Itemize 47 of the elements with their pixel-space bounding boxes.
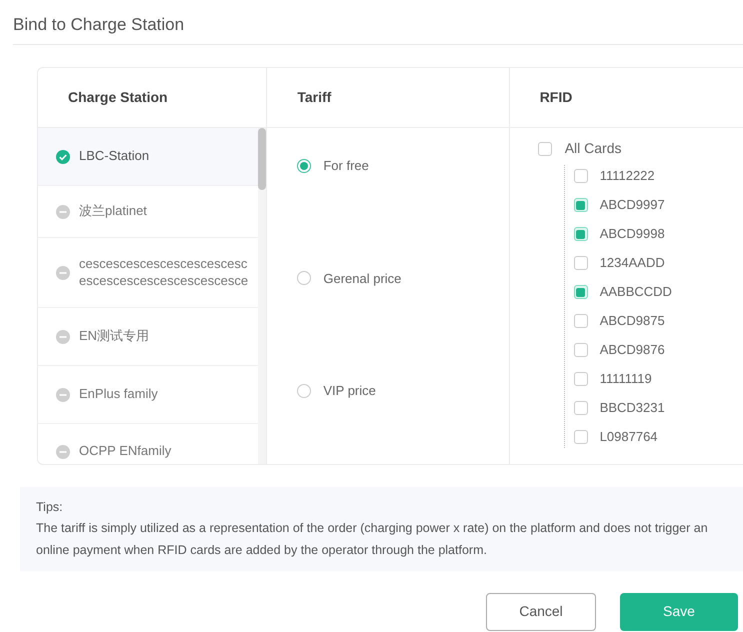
checkbox[interactable] [574,256,588,270]
radio-button[interactable] [297,271,312,286]
station-name: EnPlus family [79,386,158,403]
checkbox-label: All Cards [564,139,622,158]
radio-button[interactable] [297,158,312,173]
card-label: L0987764 [600,428,658,446]
tariff-option[interactable]: VIP price [297,381,509,400]
checkbox[interactable] [574,314,588,328]
column-header: Tariff [267,68,509,128]
dialog-title: Bind to Charge Station [12,14,186,36]
tips-text: The tariff is simply utilized as a representation of the order (charging power x rate) on the platform and does not trigger an online payment when RFID cards are added by the operator through the platform. [36,520,709,559]
checkbox[interactable] [574,343,588,357]
tips-heading: Tips: [36,499,64,516]
save-button[interactable]: Save [620,592,738,631]
checkbox[interactable] [538,142,552,156]
radio-label: VIP price [323,382,376,400]
scrollbar-track[interactable] [258,128,266,464]
tariff-option[interactable]: For free [297,156,509,176]
station-name: EN测试专用 [79,328,150,345]
checkbox[interactable] [574,285,588,299]
card-label: ABCD9997 [600,196,665,214]
checkbox[interactable] [574,227,588,241]
card-label: AABBCCDD [600,283,672,302]
card-label: ABCD9998 [600,225,665,244]
station-name: LBC-Station [79,148,150,165]
card-label: 11112222 [600,167,655,186]
card-label: BBCD3231 [600,399,665,418]
radio-button[interactable] [297,384,312,398]
station-item[interactable]: LBC-Station [38,128,258,186]
radio-label: For free [323,157,369,175]
station-name: 波兰platinet [79,203,147,220]
station-name: cescescescescescescescescescescescescescescescesce [79,256,250,290]
card-label: ABCD9876 [600,341,665,360]
tariff-option[interactable]: Gerenal price [297,268,509,288]
column-header: RFID [510,68,743,128]
checkbox[interactable] [574,198,588,212]
card-label: 1234AADD [600,254,665,272]
checkbox[interactable] [574,401,588,415]
card-label: 11111119 [600,370,652,388]
cancel-button[interactable]: Cancel [486,592,596,631]
checkbox[interactable] [574,169,588,183]
scrollbar-thumb[interactable] [258,128,266,190]
checkbox[interactable] [574,430,588,444]
checkbox[interactable] [574,372,588,386]
card-label: ABCD9875 [600,312,665,330]
station-name: OCPP ENfamily [79,443,172,460]
radio-label: Gerenal price [323,270,402,288]
